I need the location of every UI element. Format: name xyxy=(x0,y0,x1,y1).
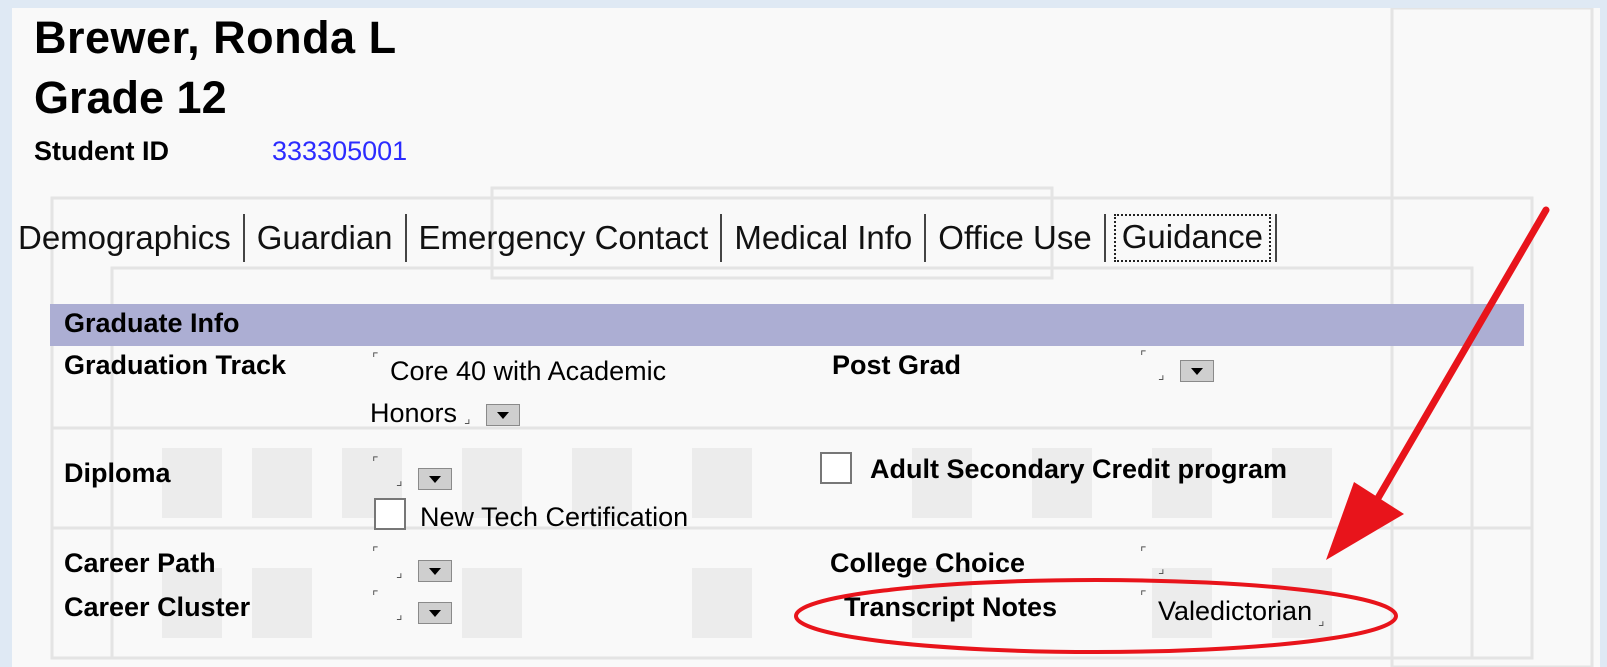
college-choice-label: College Choice xyxy=(830,548,1026,578)
new-tech-checkbox[interactable] xyxy=(374,498,406,530)
window-frame: Brewer, Ronda L Grade 12 Student ID 3333… xyxy=(0,0,1607,667)
field-start-corner-icon: ⌜ xyxy=(1140,588,1147,604)
transcript-notes-value[interactable]: Valedictorian xyxy=(1158,596,1312,627)
tab-separator xyxy=(1275,214,1277,262)
field-start-corner-icon: ⌜ xyxy=(372,588,379,604)
career-path-label: Career Path xyxy=(64,548,216,578)
graduation-track-value-line2: Honors xyxy=(370,398,458,428)
tab-guardian[interactable]: Guardian xyxy=(245,214,405,262)
career-cluster-label: Career Cluster xyxy=(64,592,251,622)
field-end-corner-icon: ⌟ xyxy=(396,606,403,622)
post-grad-dropdown-button[interactable] xyxy=(1180,360,1214,382)
student-name: Brewer, Ronda L xyxy=(34,12,397,63)
field-end-corner-icon: ⌟ xyxy=(1318,612,1325,628)
chevron-down-icon xyxy=(497,411,509,419)
student-grade: Grade 12 xyxy=(34,72,227,123)
chevron-down-icon xyxy=(429,567,441,575)
tab-office-use[interactable]: Office Use xyxy=(926,214,1103,262)
career-path-dropdown-button[interactable] xyxy=(418,560,452,582)
field-end-corner-icon: ⌟ xyxy=(1158,560,1165,576)
tab-bar: Demographics Guardian Emergency Contact … xyxy=(12,210,1277,266)
chevron-down-icon xyxy=(1191,367,1203,375)
transcript-notes-label: Transcript Notes xyxy=(844,592,1058,622)
chevron-down-icon xyxy=(429,475,441,483)
student-id-value: 333305001 xyxy=(272,136,408,166)
adult-secondary-checkbox[interactable] xyxy=(820,452,852,484)
tab-demographics[interactable]: Demographics xyxy=(12,214,243,262)
section-title: Graduate Info xyxy=(64,308,240,338)
graduation-track-dropdown-button[interactable] xyxy=(486,404,520,426)
tab-emergency-contact[interactable]: Emergency Contact xyxy=(407,214,721,262)
graduation-track-value-line1: Core 40 with Academic xyxy=(390,356,667,386)
field-end-corner-icon: ⌟ xyxy=(464,410,471,426)
field-end-corner-icon: ⌟ xyxy=(396,472,403,488)
field-start-corner-icon: ⌜ xyxy=(372,544,379,560)
adult-secondary-label: Adult Secondary Credit program xyxy=(870,454,1288,484)
chevron-down-icon xyxy=(429,609,441,617)
tab-guidance[interactable]: Guidance xyxy=(1113,214,1271,262)
field-end-corner-icon: ⌟ xyxy=(396,564,403,580)
student-panel: Brewer, Ronda L Grade 12 Student ID 3333… xyxy=(12,8,1600,667)
post-grad-label: Post Grad xyxy=(832,350,962,380)
diploma-dropdown-button[interactable] xyxy=(418,468,452,490)
section-header-bar xyxy=(50,304,1524,346)
field-start-corner-icon: ⌜ xyxy=(1140,544,1147,560)
tab-separator xyxy=(1103,214,1106,262)
field-end-corner-icon: ⌟ xyxy=(1158,366,1165,382)
field-start-corner-icon: ⌜ xyxy=(372,350,379,366)
new-tech-label: New Tech Certification xyxy=(420,502,689,532)
field-start-corner-icon: ⌜ xyxy=(1140,348,1147,364)
diploma-label: Diploma xyxy=(64,458,171,488)
career-cluster-dropdown-button[interactable] xyxy=(418,602,452,624)
graduation-track-label: Graduation Track xyxy=(64,350,287,380)
student-id-label: Student ID xyxy=(34,136,169,166)
field-start-corner-icon: ⌜ xyxy=(372,454,379,470)
tab-medical-info[interactable]: Medical Info xyxy=(722,214,924,262)
